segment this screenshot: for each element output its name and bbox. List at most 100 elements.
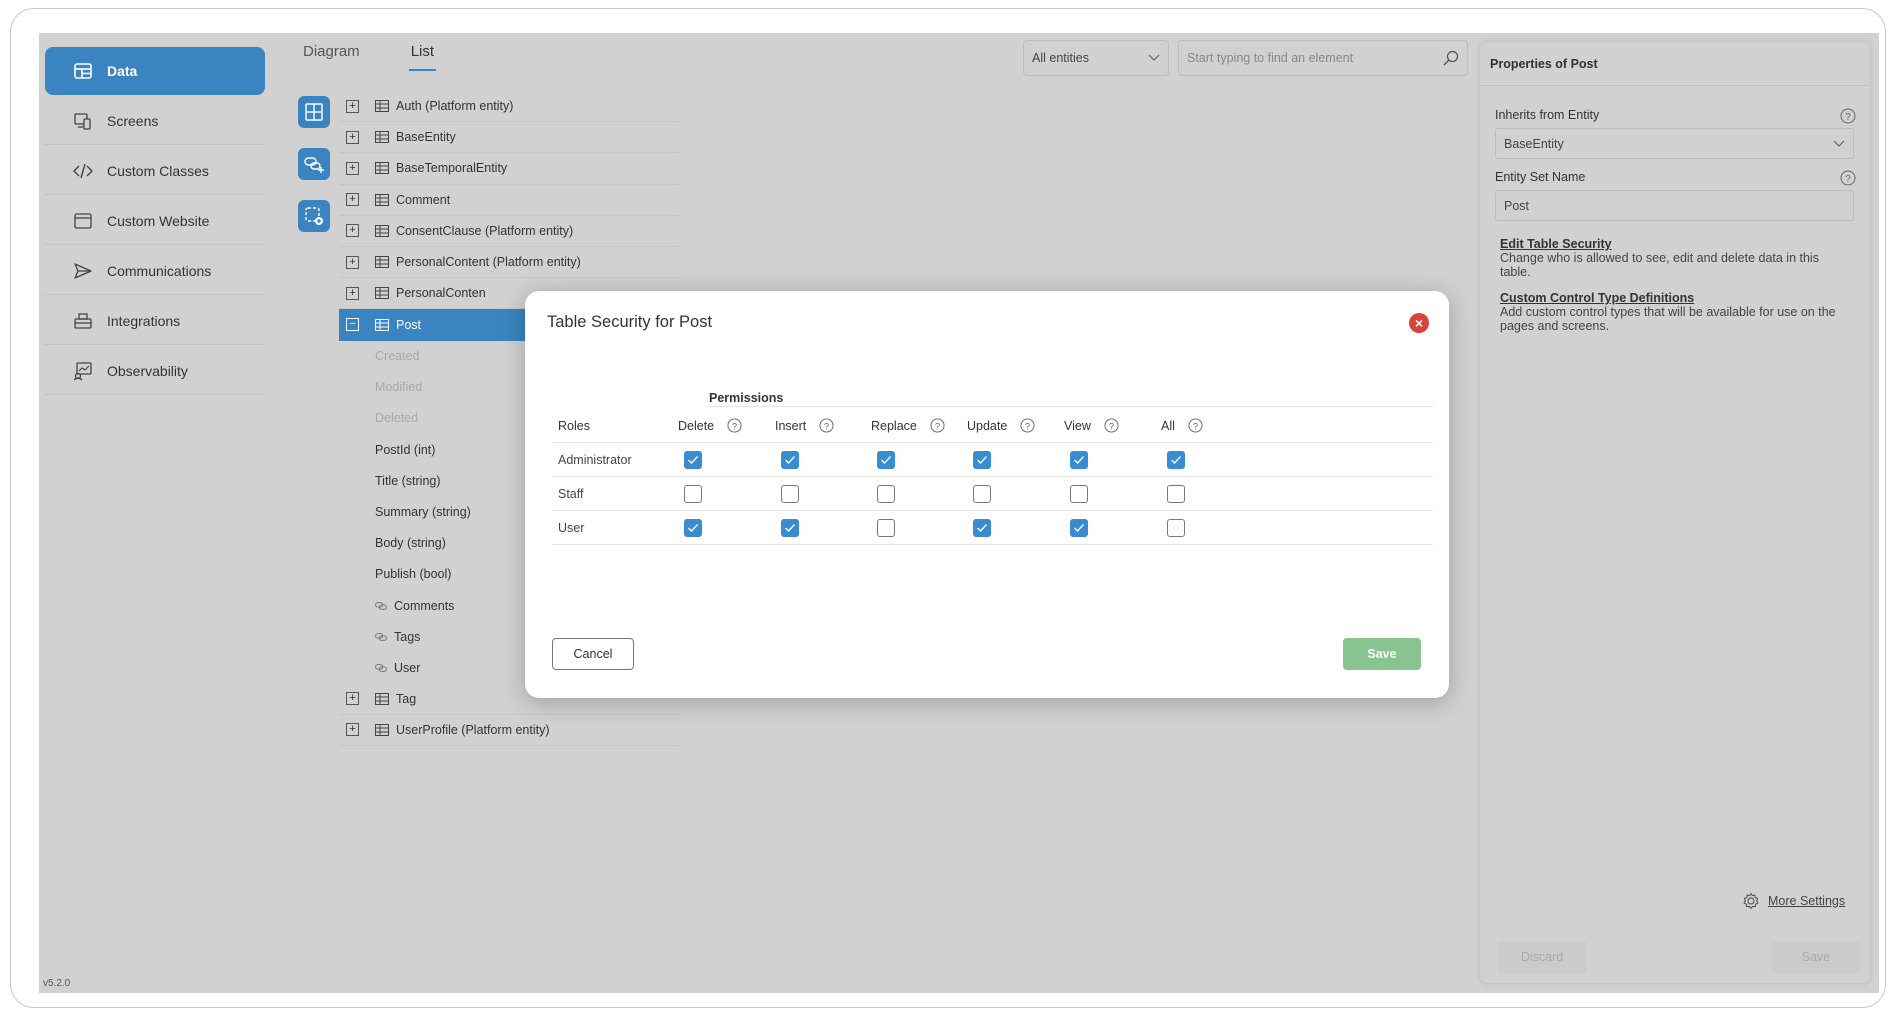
permission-checkbox[interactable] bbox=[973, 484, 991, 503]
entity-label: Comment bbox=[396, 192, 451, 207]
view-tabs: Diagram List bbox=[301, 43, 437, 71]
gear-icon bbox=[1743, 892, 1759, 909]
tree-row[interactable]: + ConsentClause (Platform entity) bbox=[339, 216, 679, 247]
permission-checkbox[interactable] bbox=[877, 450, 895, 469]
help-icon[interactable]: ? bbox=[930, 418, 945, 433]
edit-table-security-link[interactable]: Edit Table Security bbox=[1500, 237, 1612, 251]
help-icon[interactable]: ? bbox=[1104, 418, 1119, 433]
permission-checkbox[interactable] bbox=[1167, 450, 1185, 469]
tab-diagram[interactable]: Diagram bbox=[301, 43, 362, 71]
add-table-button[interactable] bbox=[298, 96, 330, 128]
tree-row[interactable]: + Auth (Platform entity) bbox=[339, 91, 679, 123]
entity-label: UserProfile (Platform entity) bbox=[396, 722, 550, 737]
sidebar-item-integrations[interactable]: Integrations bbox=[45, 297, 265, 345]
sidebar-item-communications[interactable]: Communications bbox=[45, 247, 265, 295]
cancel-button[interactable]: Cancel bbox=[552, 638, 634, 670]
properties-save-button[interactable]: Save bbox=[1772, 941, 1860, 973]
entity-label: PersonalContent (Platform entity) bbox=[396, 255, 581, 270]
permission-checkbox[interactable] bbox=[781, 450, 799, 469]
entity-filter-select[interactable]: All entities bbox=[1023, 40, 1169, 76]
properties-panel: Properties of Post Inherits from Entity … bbox=[1479, 41, 1871, 984]
permission-checkbox[interactable] bbox=[877, 518, 895, 537]
sidebar-item-custom-website[interactable]: Custom Website bbox=[45, 197, 265, 245]
permission-checkbox[interactable] bbox=[781, 484, 799, 503]
permission-checkbox[interactable] bbox=[1167, 484, 1185, 503]
browser-window-icon bbox=[74, 212, 92, 229]
collapse-icon[interactable]: − bbox=[346, 318, 359, 332]
more-settings-link[interactable]: More Settings bbox=[1742, 892, 1845, 910]
devices-icon bbox=[74, 112, 91, 130]
table-icon bbox=[74, 63, 92, 79]
save-button[interactable]: Save bbox=[1343, 638, 1421, 670]
help-icon[interactable]: ? bbox=[1840, 108, 1856, 124]
permission-checkbox[interactable] bbox=[973, 518, 991, 537]
permission-checkbox[interactable] bbox=[1070, 518, 1088, 537]
send-icon bbox=[74, 262, 92, 279]
tree-row[interactable]: + BaseTemporalEntity bbox=[339, 153, 679, 185]
sidebar: Data Screens Custom Classes Custom Websi… bbox=[39, 33, 271, 993]
expand-icon[interactable]: + bbox=[346, 130, 359, 144]
checkbox-cell bbox=[1167, 477, 1185, 510]
expand-icon[interactable]: + bbox=[346, 255, 359, 269]
window-frame: Data Screens Custom Classes Custom Websi… bbox=[10, 8, 1886, 1008]
svg-text:?: ? bbox=[1845, 112, 1851, 123]
permission-checkbox[interactable] bbox=[781, 518, 799, 537]
sidebar-item-custom-classes[interactable]: Custom Classes bbox=[45, 147, 265, 195]
expand-icon[interactable]: + bbox=[346, 193, 359, 207]
roles-header: Roles bbox=[558, 418, 590, 433]
custom-control-types-link[interactable]: Custom Control Type Definitions bbox=[1500, 291, 1694, 305]
sidebar-item-screens[interactable]: Screens bbox=[45, 97, 265, 145]
expand-icon[interactable]: + bbox=[346, 161, 359, 175]
permission-checkbox[interactable] bbox=[1167, 518, 1185, 537]
expand-icon[interactable]: + bbox=[346, 99, 359, 113]
help-icon[interactable]: ? bbox=[1020, 418, 1035, 433]
entity-set-name-input[interactable]: Post bbox=[1495, 190, 1854, 221]
sidebar-item-label: Custom Website bbox=[107, 212, 210, 229]
tab-list[interactable]: List bbox=[408, 43, 437, 71]
help-icon[interactable]: ? bbox=[1840, 170, 1856, 186]
table-icon bbox=[375, 287, 389, 300]
checkbox-cell bbox=[1070, 511, 1088, 544]
tree-row[interactable]: + BaseEntity bbox=[339, 122, 679, 154]
discard-button[interactable]: Discard bbox=[1498, 941, 1586, 973]
properties-title: Properties of Post bbox=[1480, 42, 1870, 86]
version-label: v5.2.0 bbox=[43, 978, 71, 989]
permission-checkbox[interactable] bbox=[1070, 450, 1088, 469]
expand-icon[interactable]: + bbox=[346, 723, 359, 737]
field-label: Deleted bbox=[375, 411, 419, 426]
field-label: Comments bbox=[394, 598, 455, 613]
tree-row[interactable]: + UserProfile (Platform entity) bbox=[339, 715, 679, 746]
help-icon[interactable]: ? bbox=[819, 418, 834, 433]
permission-checkbox[interactable] bbox=[684, 450, 702, 469]
checkbox-cell bbox=[684, 443, 702, 476]
expand-icon[interactable]: + bbox=[346, 692, 359, 706]
tree-row[interactable]: + Comment bbox=[339, 185, 679, 216]
inherits-select[interactable]: BaseEntity bbox=[1495, 128, 1854, 159]
permission-checkbox[interactable] bbox=[877, 484, 895, 503]
expand-icon[interactable]: + bbox=[346, 286, 359, 300]
table-icon bbox=[375, 131, 389, 144]
add-relationship-button[interactable] bbox=[298, 148, 330, 180]
permission-checkbox[interactable] bbox=[684, 518, 702, 537]
checkbox-cell bbox=[1070, 477, 1088, 510]
permission-checkbox[interactable] bbox=[684, 484, 702, 503]
column-label: View bbox=[1064, 418, 1091, 433]
permission-checkbox[interactable] bbox=[973, 450, 991, 469]
expand-icon[interactable]: + bbox=[346, 224, 359, 238]
field-label: PostId (int) bbox=[375, 442, 436, 457]
add-element-button[interactable] bbox=[298, 200, 330, 232]
help-icon[interactable]: ? bbox=[727, 418, 742, 433]
search-icon[interactable] bbox=[1443, 50, 1459, 66]
entity-label: Post bbox=[396, 317, 422, 332]
permission-checkbox[interactable] bbox=[1070, 484, 1088, 503]
sidebar-item-data[interactable]: Data bbox=[45, 47, 265, 95]
close-icon[interactable]: × bbox=[1409, 313, 1429, 333]
help-icon[interactable]: ? bbox=[1188, 418, 1203, 433]
field-label: Title (string) bbox=[375, 473, 441, 488]
dialog-title: Table Security for Post bbox=[547, 313, 713, 331]
more-settings-label: More Settings bbox=[1768, 894, 1846, 908]
element-search-input[interactable]: Start typing to find an element bbox=[1178, 40, 1468, 76]
sidebar-item-observability[interactable]: Observability bbox=[45, 347, 265, 395]
tree-row[interactable]: + PersonalContent (Platform entity) bbox=[339, 247, 679, 279]
entity-set-name-label: Entity Set Name bbox=[1495, 170, 1586, 184]
